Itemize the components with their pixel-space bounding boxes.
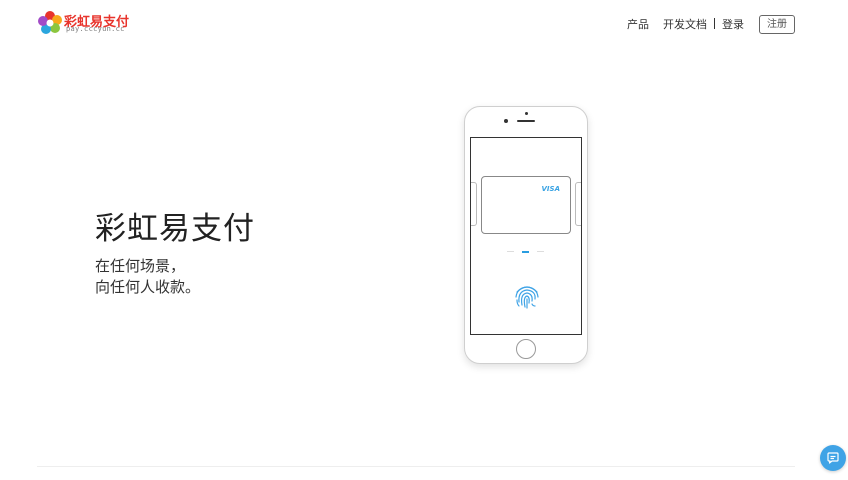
carousel-indicators: [507, 251, 547, 254]
carousel-dot: [507, 251, 514, 252]
nav-login-link[interactable]: 登录: [722, 16, 744, 32]
payment-card: VISA: [481, 176, 571, 234]
footer-divider: [37, 466, 795, 467]
page: 彩虹易支付 pay.cccyun.cc 产品 开发文档 登录 注册 彩虹易支付 …: [0, 0, 848, 480]
card-brand-label: VISA: [541, 185, 560, 193]
fingerprint-icon: [515, 286, 539, 309]
rainbow-flower-logo-icon: [38, 11, 62, 34]
phone-home-button: [516, 339, 536, 359]
phone-screen: VISA: [470, 137, 582, 335]
site-logo[interactable]: 彩虹易支付 pay.cccyun.cc: [37, 10, 129, 36]
side-card-right: [575, 182, 581, 226]
nav-docs-link[interactable]: 开发文档: [663, 16, 707, 32]
carousel-dot: [537, 251, 544, 252]
chat-button[interactable]: [820, 445, 846, 471]
hero-title: 彩虹易支付: [95, 210, 255, 247]
phone-illustration: VISA: [464, 106, 588, 364]
hero-tagline-line1: 在任何场景，: [95, 257, 186, 275]
phone-camera: [504, 119, 508, 123]
carousel-dot-active: [522, 251, 529, 253]
chat-bubble-icon: [827, 452, 839, 464]
nav-separator: [714, 18, 715, 29]
hero-tagline-line2: 向任何人收款。: [95, 278, 201, 296]
logo-subtitle: pay.cccyun.cc: [66, 25, 125, 33]
register-button[interactable]: 注册: [759, 15, 795, 34]
phone-sensor: [525, 112, 528, 115]
nav-products-link[interactable]: 产品: [627, 16, 649, 32]
side-card-left: [471, 182, 477, 226]
phone-speaker: [517, 120, 535, 122]
